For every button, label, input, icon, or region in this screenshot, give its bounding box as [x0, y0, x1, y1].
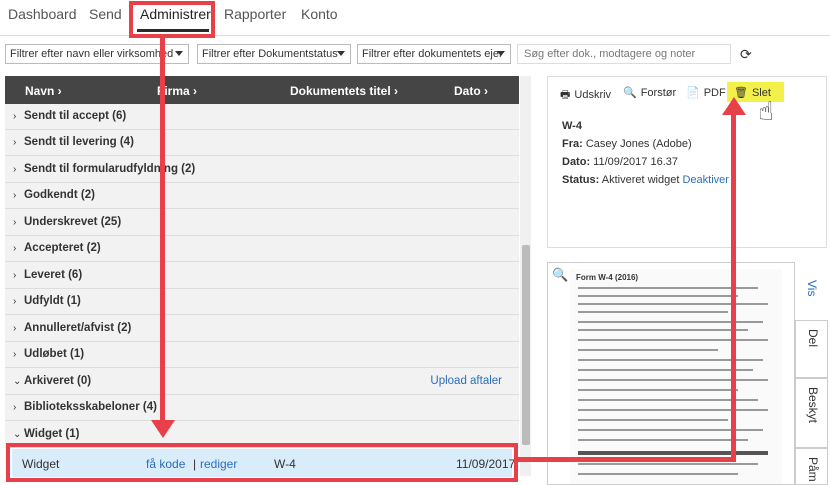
document-preview[interactable]: 🔍 Form W-4 (2016): [547, 262, 795, 485]
details-status: Status: Aktiveret widget Deaktiver: [562, 174, 729, 186]
tab-konto[interactable]: Konto: [301, 6, 338, 22]
search-input[interactable]: Søg efter dok., modtagere og noter: [517, 44, 731, 64]
zoom-button[interactable]: 🔍 Forstør: [623, 86, 676, 99]
chevron-right-icon: ›: [13, 402, 17, 413]
status-filter-label: Filtrer efter Dokumentstatus: [202, 48, 338, 60]
col-header-date[interactable]: Dato ›: [454, 84, 488, 98]
annotation-arrowhead-down: [151, 420, 175, 438]
group-row[interactable]: › Sendt til levering (4): [5, 130, 519, 156]
tab-rapporter[interactable]: Rapporter: [224, 6, 286, 22]
form-title: Form W-4 (2016): [576, 273, 639, 282]
zoom-label: Forstør: [640, 87, 677, 99]
chevron-right-icon: ›: [13, 137, 17, 148]
col-header-title[interactable]: Dokumentets titel ›: [290, 84, 398, 98]
chevron-right-icon: ›: [13, 270, 17, 281]
group-label: Widget (1): [24, 428, 80, 440]
tab-send[interactable]: Send: [89, 6, 122, 22]
group-row[interactable]: › Udfyldt (1): [5, 289, 519, 315]
group-label: Godkendt (2): [24, 189, 95, 201]
annotation-box-administrer: [129, 1, 215, 38]
document-details-panel: 🖶 Udskriv 🔍 Forstør 📄 PDF 🗑 Slet W-4 Fra: Ca…: [547, 76, 827, 248]
chevron-down-icon: [337, 51, 345, 56]
side-tabs: Vis Del Beskyt Påm: [795, 262, 830, 485]
tab-paam[interactable]: Påm: [795, 448, 828, 485]
group-label: Udløbet (1): [24, 348, 85, 360]
details-doc-title: W-4: [562, 120, 582, 132]
group-row[interactable]: › Sendt til formularudfyldning (2): [5, 157, 519, 183]
annotation-arrow-line-up: [731, 113, 736, 462]
annotation-arrow-line-down: [160, 38, 165, 420]
details-from: Fra: Casey Jones (Adobe): [562, 138, 692, 150]
group-row[interactable]: › Accepteret (2): [5, 236, 519, 262]
owner-filter[interactable]: Filtrer efter dokumentets ejer: [357, 44, 511, 64]
group-label: Annulleret/afvist (2): [24, 322, 132, 334]
group-label: Accepteret (2): [24, 242, 101, 254]
chevron-down-icon: ⌄: [13, 376, 22, 387]
details-date: Dato: 11/09/2017 16.37: [562, 156, 678, 168]
group-label: Sendt til formularudfyldning (2): [24, 163, 196, 175]
top-nav: Dashboard Send Administrer Rapporter Kon…: [0, 0, 830, 36]
group-row[interactable]: › Sendt til accept (6): [5, 104, 519, 130]
chevron-right-icon: ›: [13, 323, 17, 334]
pdf-icon: 📄: [686, 87, 700, 99]
status-filter[interactable]: Filtrer efter Dokumentstatus: [197, 44, 351, 64]
refresh-icon[interactable]: ⟳: [740, 46, 752, 63]
group-label: Udfyldt (1): [24, 295, 81, 307]
group-label: Underskrevet (25): [24, 216, 122, 228]
tab-del[interactable]: Del: [795, 320, 828, 378]
group-row[interactable]: › Udløbet (1): [5, 342, 519, 368]
chevron-right-icon: ›: [13, 190, 17, 201]
deactivate-link[interactable]: Deaktiver: [682, 174, 728, 186]
group-label: Sendt til levering (4): [24, 136, 134, 148]
magnifier-icon: 🔍: [623, 87, 637, 99]
chevron-right-icon: ›: [13, 349, 17, 360]
group-row[interactable]: › Annulleret/afvist (2): [5, 316, 519, 342]
print-label: Udskriv: [574, 89, 612, 101]
group-row[interactable]: › Godkendt (2): [5, 183, 519, 209]
chevron-down-icon: ⌄: [13, 429, 22, 440]
chevron-right-icon: ›: [13, 111, 17, 122]
group-label: Biblioteksskabeloner (4): [24, 401, 157, 413]
sender-filter-label: Filtrer efter navn eller virksomhed: [10, 48, 174, 60]
col-header-name[interactable]: Navn ›: [25, 84, 62, 98]
hand-cursor-icon: ☝: [758, 96, 774, 126]
table-header: Navn › Firma › Dokumentets titel › Dato …: [5, 76, 519, 104]
annotation-arrow-line-right: [518, 457, 734, 462]
chevron-right-icon: ›: [13, 243, 17, 254]
tab-beskyt[interactable]: Beskyt: [795, 378, 828, 448]
chevron-right-icon: ›: [13, 164, 17, 175]
group-label: Leveret (6): [24, 269, 83, 281]
chevron-right-icon: ›: [13, 217, 17, 228]
group-row[interactable]: › Biblioteksskabeloner (4): [5, 395, 519, 421]
group-row[interactable]: ⌄ Arkiveret (0) Upload aftaler: [5, 369, 519, 395]
document-group-list: › Sendt til accept (6) › Sendt til leverin…: [5, 104, 519, 448]
owner-filter-label: Filtrer efter dokumentets ejer: [362, 48, 503, 60]
pdf-button[interactable]: 📄 PDF: [686, 86, 726, 99]
group-row[interactable]: › Leveret (6): [5, 263, 519, 289]
annotation-arrowhead-up: [722, 97, 746, 115]
annotation-box-selected-row: [6, 443, 518, 482]
zoom-icon[interactable]: 🔍: [552, 267, 568, 283]
group-label: Sendt til accept (6): [24, 110, 127, 122]
group-row[interactable]: › Underskrevet (25): [5, 210, 519, 236]
chevron-right-icon: ›: [13, 296, 17, 307]
tab-dashboard[interactable]: Dashboard: [8, 6, 77, 22]
scrollbar-thumb[interactable]: [522, 245, 530, 445]
preview-page: Form W-4 (2016): [570, 269, 782, 484]
chevron-down-icon: [497, 51, 505, 56]
tab-vis[interactable]: Vis: [795, 262, 828, 320]
upload-agreements-link[interactable]: Upload aftaler: [430, 375, 502, 387]
printer-icon: 🖶: [560, 89, 571, 101]
print-button[interactable]: 🖶 Udskriv: [560, 86, 611, 105]
chevron-down-icon: [175, 51, 183, 56]
search-placeholder: Søg efter dok., modtagere og noter: [524, 48, 696, 60]
group-label: Arkiveret (0): [24, 375, 92, 387]
